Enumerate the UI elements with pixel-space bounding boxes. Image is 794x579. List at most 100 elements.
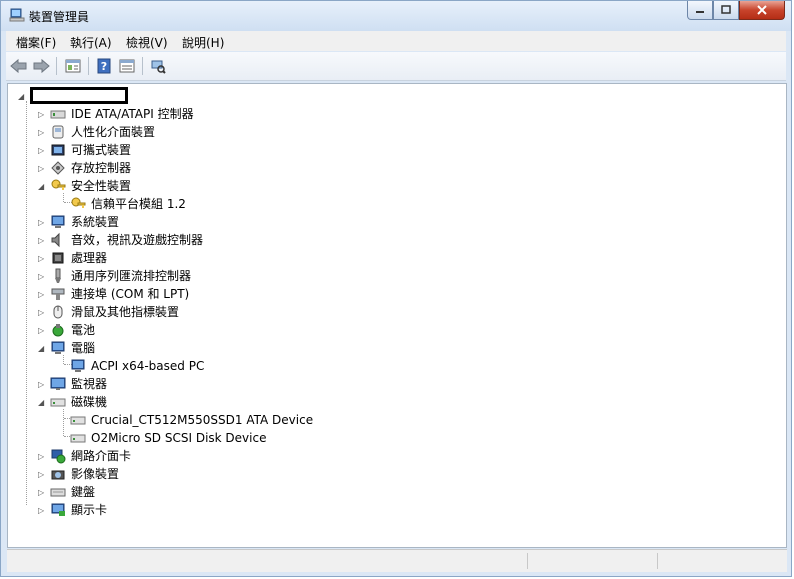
tree-node-label: ACPI x64-based PC — [91, 359, 205, 373]
tree-node[interactable]: Crucial_CT512M550SSD1 ATA Device — [8, 411, 778, 429]
computer-icon — [71, 359, 85, 372]
expand-arrow-icon[interactable]: ▷ — [38, 254, 47, 263]
tree-node[interactable]: ◢ 電腦 — [8, 339, 778, 357]
tree-node[interactable]: ▷ 監視器 — [8, 375, 778, 393]
display-adapter-icon — [51, 503, 65, 516]
tree-node[interactable]: ▷ 存放控制器 — [8, 159, 778, 177]
hid-icon — [52, 125, 64, 139]
storage-controller-icon — [51, 161, 65, 175]
forward-button[interactable] — [32, 57, 50, 75]
tree-node[interactable]: ▷ 通用序列匯流排控制器 — [8, 267, 778, 285]
tree-node-label: 人性化介面裝置 — [71, 125, 156, 139]
tree-node[interactable]: ▷ 電池 — [8, 321, 778, 339]
network-adapter-icon — [51, 449, 66, 464]
security-key-icon — [51, 179, 66, 190]
tree-node[interactable]: ▷ IDE ATA/ATAPI 控制器 — [8, 105, 778, 123]
maximize-button[interactable] — [713, 1, 739, 20]
mouse-icon — [53, 305, 63, 319]
menu-view[interactable]: 檢視(V) — [126, 34, 168, 51]
tree-node[interactable]: ▷ 顯示卡 — [8, 501, 778, 519]
expand-arrow-icon[interactable]: ▷ — [38, 488, 47, 497]
expand-arrow-icon[interactable]: ▷ — [38, 470, 47, 479]
close-button[interactable] — [739, 1, 785, 20]
monitor-icon — [50, 377, 66, 390]
computer-icon — [51, 341, 65, 354]
expand-arrow-icon[interactable]: ▷ — [38, 380, 47, 389]
tree-node[interactable]: ▷ 可攜式裝置 — [8, 141, 778, 159]
tree-node[interactable]: ▷ 網路介面卡 — [8, 447, 778, 465]
expand-arrow-icon[interactable]: ▷ — [38, 146, 47, 155]
tree-node[interactable]: ▷ 連接埠 (COM 和 LPT) — [8, 285, 778, 303]
expand-arrow-icon[interactable]: ▷ — [38, 290, 47, 299]
tree-node[interactable]: O2Micro SD SCSI Disk Device — [8, 429, 778, 447]
speaker-icon — [51, 232, 60, 248]
device-tree[interactable]: ◢ ▷ IDE ATA/ATAPI 控制器 ▷ 人性化介面裝置 ▷ 可攜式裝置 ▷ 存放控制器 ◢… — [7, 83, 787, 548]
tree-node-label: 處理器 — [71, 251, 108, 265]
expand-arrow-icon[interactable]: ▷ — [38, 236, 47, 245]
maximize-icon — [721, 5, 731, 14]
menu-help[interactable]: 說明(H) — [182, 34, 224, 51]
tree-node-label: IDE ATA/ATAPI 控制器 — [71, 107, 194, 121]
tree-node-label: 磁碟機 — [71, 395, 108, 409]
expand-arrow-icon[interactable]: ▷ — [38, 308, 47, 317]
tree-node-label: Crucial_CT512M550SSD1 ATA Device — [91, 413, 314, 427]
tree-node-label: 鍵盤 — [71, 485, 96, 499]
battery-icon — [52, 324, 64, 337]
tree-node[interactable]: ▷ 鍵盤 — [8, 483, 778, 501]
expand-arrow-icon[interactable]: ▷ — [38, 218, 47, 227]
processor-icon — [52, 252, 64, 264]
tree-node[interactable]: ▷ 人性化介面裝置 — [8, 123, 778, 141]
tree-node[interactable]: ◢ 安全性裝置 — [8, 177, 778, 195]
properties-view-button[interactable] — [64, 57, 82, 75]
expand-arrow-icon[interactable]: ▷ — [38, 452, 47, 461]
help-icon: ? — [97, 58, 111, 74]
expand-arrow-icon[interactable]: ▷ — [38, 326, 47, 335]
menu-file[interactable]: 檔案(F) — [16, 34, 56, 51]
title-bar[interactable]: 裝置管理員 — [1, 1, 791, 31]
tree-node-label: 網路介面卡 — [71, 449, 132, 463]
back-icon — [10, 58, 27, 74]
tree-node[interactable]: ACPI x64-based PC — [8, 357, 778, 375]
expand-arrow-icon[interactable]: ▷ — [38, 128, 47, 137]
ide-controller-icon — [50, 110, 66, 119]
device-view-button[interactable] — [118, 57, 136, 75]
window-title: 裝置管理員 — [29, 10, 90, 24]
close-icon — [757, 5, 767, 15]
collapse-arrow-icon[interactable]: ◢ — [38, 182, 47, 191]
tree-node-label: 滑鼠及其他指標裝置 — [71, 305, 180, 319]
scan-hardware-button[interactable] — [149, 57, 167, 75]
menu-action[interactable]: 執行(A) — [70, 34, 112, 51]
toolbar: ? — [6, 52, 786, 81]
tree-node[interactable]: ▷ 滑鼠及其他指標裝置 — [8, 303, 778, 321]
collapse-arrow-icon[interactable]: ◢ — [18, 92, 27, 101]
tree-node-label: 通用序列匯流排控制器 — [71, 269, 192, 283]
expand-arrow-icon[interactable]: ▷ — [38, 272, 47, 281]
port-icon — [51, 288, 65, 300]
tree-node[interactable]: ▷ 影像裝置 — [8, 465, 778, 483]
tree-node-label: 安全性裝置 — [71, 179, 132, 193]
tree-node[interactable]: 信賴平台模組 1.2 — [8, 195, 778, 213]
collapse-arrow-icon[interactable]: ◢ — [38, 344, 47, 353]
redacted-computer-name — [30, 87, 128, 104]
minimize-button[interactable] — [687, 1, 713, 20]
device-manager-icon — [9, 8, 25, 22]
tree-node-label: 可攜式裝置 — [71, 143, 132, 157]
tree-node-label: 電池 — [71, 323, 96, 337]
expand-arrow-icon[interactable]: ▷ — [38, 110, 47, 119]
usb-icon — [55, 268, 61, 283]
keyboard-icon — [50, 488, 66, 497]
scan-hardware-icon — [151, 60, 166, 74]
help-button[interactable]: ? — [95, 57, 113, 75]
expand-arrow-icon[interactable]: ▷ — [38, 506, 47, 515]
camera-icon — [51, 470, 65, 480]
tree-node[interactable]: ◢ 磁碟機 — [8, 393, 778, 411]
disk-drive-icon — [70, 416, 86, 425]
tree-node[interactable]: ▷ 音效，視訊及遊戲控制器 — [8, 231, 778, 249]
tree-node[interactable]: ▷ 系統裝置 — [8, 213, 778, 231]
back-button[interactable] — [10, 57, 28, 75]
expand-arrow-icon[interactable]: ▷ — [38, 164, 47, 173]
collapse-arrow-icon[interactable]: ◢ — [38, 398, 47, 407]
tree-node[interactable]: ▷ 處理器 — [8, 249, 778, 267]
tree-node[interactable]: ◢ — [8, 87, 778, 105]
minimize-icon — [696, 11, 704, 13]
